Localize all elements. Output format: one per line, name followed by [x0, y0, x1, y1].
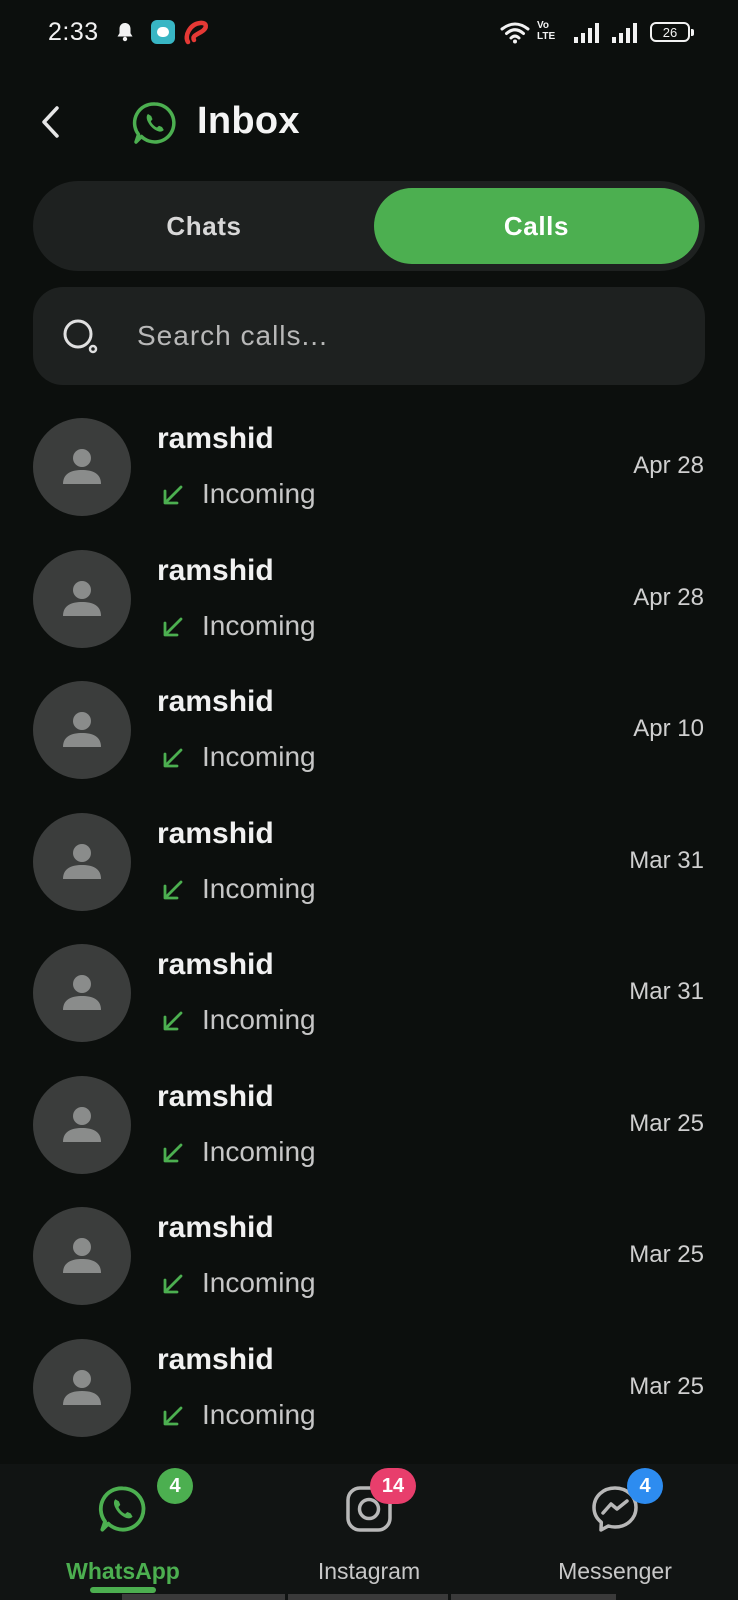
avatar	[33, 1207, 131, 1305]
unread-badge: 14	[370, 1468, 416, 1504]
search-box	[33, 287, 705, 385]
airtel-icon	[182, 20, 210, 51]
person-icon	[63, 843, 101, 879]
tab-calls[interactable]: Calls	[374, 188, 699, 264]
back-button[interactable]	[30, 100, 70, 144]
incoming-arrow-icon	[162, 1142, 184, 1169]
nav-item-messenger[interactable]: 4 Messenger	[515, 1464, 715, 1600]
incoming-arrow-icon	[162, 1273, 184, 1300]
call-row[interactable]: ramshid Incoming Apr 28	[0, 544, 738, 676]
call-type: Incoming	[202, 478, 316, 509]
call-date: Apr 10	[633, 715, 704, 742]
nav-label: WhatsApp	[66, 1558, 180, 1584]
nav-item-whatsapp[interactable]: 4 WhatsApp	[23, 1464, 223, 1600]
signal-icon	[573, 22, 601, 49]
search-icon	[61, 317, 101, 362]
avatar	[33, 812, 131, 911]
caller-name: ramshid	[157, 553, 274, 587]
call-row[interactable]: ramshid Incoming Mar 25	[0, 1201, 738, 1333]
call-row[interactable]: ramshid Incoming Mar 31	[0, 938, 738, 1070]
call-type: Incoming	[202, 1004, 316, 1035]
app-notification-icon	[151, 20, 175, 44]
call-row[interactable]: ramshid Incoming Mar 25	[0, 1070, 738, 1202]
person-icon	[63, 449, 101, 484]
nav-label: Instagram	[317, 1558, 421, 1584]
call-row[interactable]: ramshid Incoming Apr 10	[0, 675, 738, 807]
person-icon	[63, 1106, 101, 1142]
call-row[interactable]: ramshid Incoming Mar 31	[0, 807, 738, 939]
chevron-left-icon	[42, 106, 59, 138]
call-date: Mar 31	[629, 978, 704, 1005]
call-list: ramshid Incoming Apr 28 ramshid Incoming…	[0, 412, 738, 1464]
incoming-arrow-icon	[162, 1010, 184, 1037]
call-type: Incoming	[202, 1398, 316, 1430]
call-date: Mar 25	[629, 1372, 704, 1400]
avatar	[33, 1075, 131, 1174]
caller-name: ramshid	[157, 816, 274, 850]
call-type: Incoming	[202, 609, 316, 641]
avatar	[33, 418, 131, 516]
page-title: Inbox	[197, 100, 300, 142]
unread-badge: 4	[157, 1468, 193, 1504]
call-type: Incoming	[202, 1135, 316, 1167]
whatsapp-icon	[98, 1484, 148, 1539]
incoming-arrow-icon	[162, 747, 184, 774]
active-tab-indicator	[90, 1587, 156, 1593]
call-type: Incoming	[202, 741, 316, 772]
call-type: Incoming	[202, 1267, 316, 1298]
incoming-arrow-icon	[162, 484, 184, 511]
incoming-arrow-icon	[162, 879, 184, 906]
caller-name: ramshid	[157, 1211, 274, 1244]
call-date: Apr 28	[633, 452, 704, 479]
person-icon	[63, 975, 101, 1010]
avatar	[33, 944, 131, 1042]
gesture-bar	[122, 1594, 285, 1600]
caller-name: ramshid	[157, 948, 274, 981]
tab-chats[interactable]: Chats	[39, 188, 369, 264]
incoming-arrow-icon	[162, 1405, 184, 1432]
call-date: Mar 31	[629, 846, 704, 874]
signal-icon	[611, 22, 639, 49]
caller-name: ramshid	[157, 422, 274, 455]
bottom-nav: 4 WhatsApp 14 Instagram 4 Messenger	[0, 1464, 738, 1600]
person-icon	[63, 1369, 101, 1405]
battery-indicator: 26	[650, 22, 694, 42]
nav-item-instagram[interactable]: 14 Instagram	[269, 1464, 469, 1600]
unread-badge: 4	[627, 1468, 663, 1504]
caller-name: ramshid	[157, 1079, 274, 1113]
person-icon	[63, 1238, 101, 1273]
wifi-icon	[500, 22, 530, 49]
bell-icon	[116, 22, 134, 47]
caller-name: ramshid	[157, 685, 274, 718]
call-date: Mar 25	[629, 1241, 704, 1268]
nav-label: Messenger	[558, 1558, 672, 1584]
status-bar: 2:33 Vo LTE 26	[0, 0, 738, 66]
avatar	[33, 549, 131, 648]
call-type: Incoming	[202, 872, 316, 904]
caller-name: ramshid	[157, 1342, 274, 1376]
app-root: 2:33 Vo LTE 26 Inbox Chats Calls Search …	[0, 0, 738, 1600]
call-date: Mar 25	[629, 1109, 704, 1137]
call-date: Apr 28	[633, 583, 704, 611]
tab-bar: Chats Calls	[33, 181, 705, 271]
call-row[interactable]: ramshid Incoming Apr 28	[0, 412, 738, 544]
avatar	[33, 1338, 131, 1437]
person-icon	[63, 580, 101, 616]
search-input[interactable]	[137, 311, 677, 361]
gesture-bar	[288, 1594, 448, 1600]
person-icon	[63, 712, 101, 747]
status-time: 2:33	[48, 18, 99, 46]
call-row[interactable]: ramshid Incoming Mar 25	[0, 1333, 738, 1465]
volte-label: Vo LTE	[537, 20, 556, 42]
whatsapp-icon	[132, 100, 178, 151]
incoming-arrow-icon	[162, 616, 184, 643]
avatar	[33, 681, 131, 779]
gesture-bar	[451, 1594, 616, 1600]
